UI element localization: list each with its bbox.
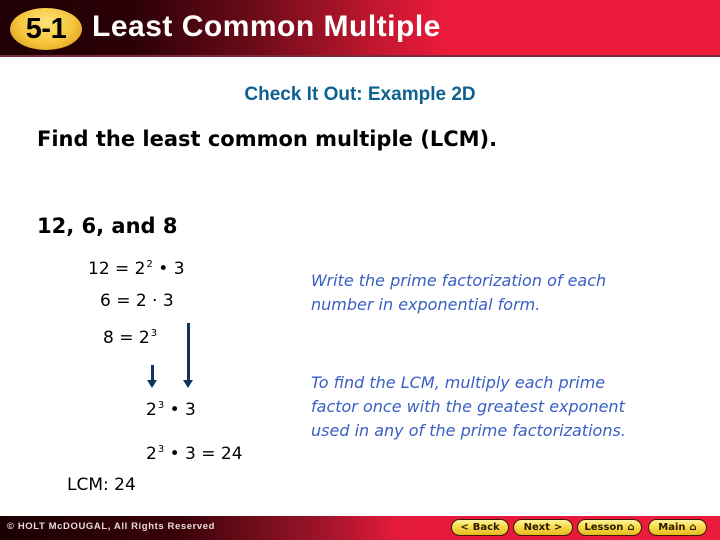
home-icon: ⌂ (689, 522, 697, 533)
footer-bar: © HOLT McDOUGAL, All Rights Reserved < B… (0, 516, 720, 540)
home-icon: ⌂ (627, 522, 635, 533)
lcm-computation: 23 • 3 = 24 (146, 444, 243, 464)
factorization-base: 6 = 2 · 3 (100, 291, 174, 311)
factor-base: 2 (146, 400, 157, 420)
instruction-text: Find the least common multiple (LCM). (37, 127, 498, 151)
lesson-button[interactable]: Lesson ⌂ (577, 519, 642, 536)
factorization-12: 12 = 22 • 3 (88, 259, 185, 279)
lesson-number: 5-1 (25, 12, 67, 45)
next-button-label: Next (523, 522, 550, 533)
factor-base: 2 (146, 444, 157, 464)
lesson-title: Least Common Multiple (92, 10, 441, 43)
main-button-label: Main (658, 522, 686, 533)
lcm-result: LCM: 24 (67, 475, 136, 495)
factorization-base: 12 = 2 (88, 259, 146, 279)
back-button[interactable]: < Back (451, 519, 509, 536)
header-banner: 5-1 Least Common Multiple (0, 0, 720, 57)
lesson-badge: 5-1 (10, 8, 82, 50)
factor-rest: • 3 = 24 (164, 444, 243, 464)
note-find-lcm: To find the LCM, multiply each prime fac… (311, 373, 626, 440)
chevron-right-icon: > (554, 522, 563, 533)
down-arrow-icon (183, 323, 193, 388)
example-subtitle: Check It Out: Example 2D (244, 84, 476, 105)
problem-numbers: 12, 6, and 8 (37, 214, 178, 238)
factor-rest: • 3 (164, 400, 196, 420)
copyright-text: © HOLT McDOUGAL, All Rights Reserved (7, 521, 216, 532)
down-arrow-icon (147, 365, 157, 388)
back-button-label: Back (472, 522, 500, 533)
factorization-6: 6 = 2 · 3 (100, 291, 174, 311)
note-prime-factorization: Write the prime factorization of each nu… (311, 271, 607, 314)
lesson-button-label: Lesson (584, 522, 624, 533)
factorization-8: 8 = 23 (103, 328, 157, 348)
factorization-exponent: 3 (150, 328, 158, 339)
main-button[interactable]: Main ⌂ (648, 519, 707, 536)
lcm-factors: 23 • 3 (146, 400, 196, 420)
next-button[interactable]: Next > (513, 519, 573, 536)
factorization-rest: • 3 (152, 259, 185, 279)
chevron-left-icon: < (460, 522, 469, 533)
factorization-base: 8 = 2 (103, 328, 150, 348)
